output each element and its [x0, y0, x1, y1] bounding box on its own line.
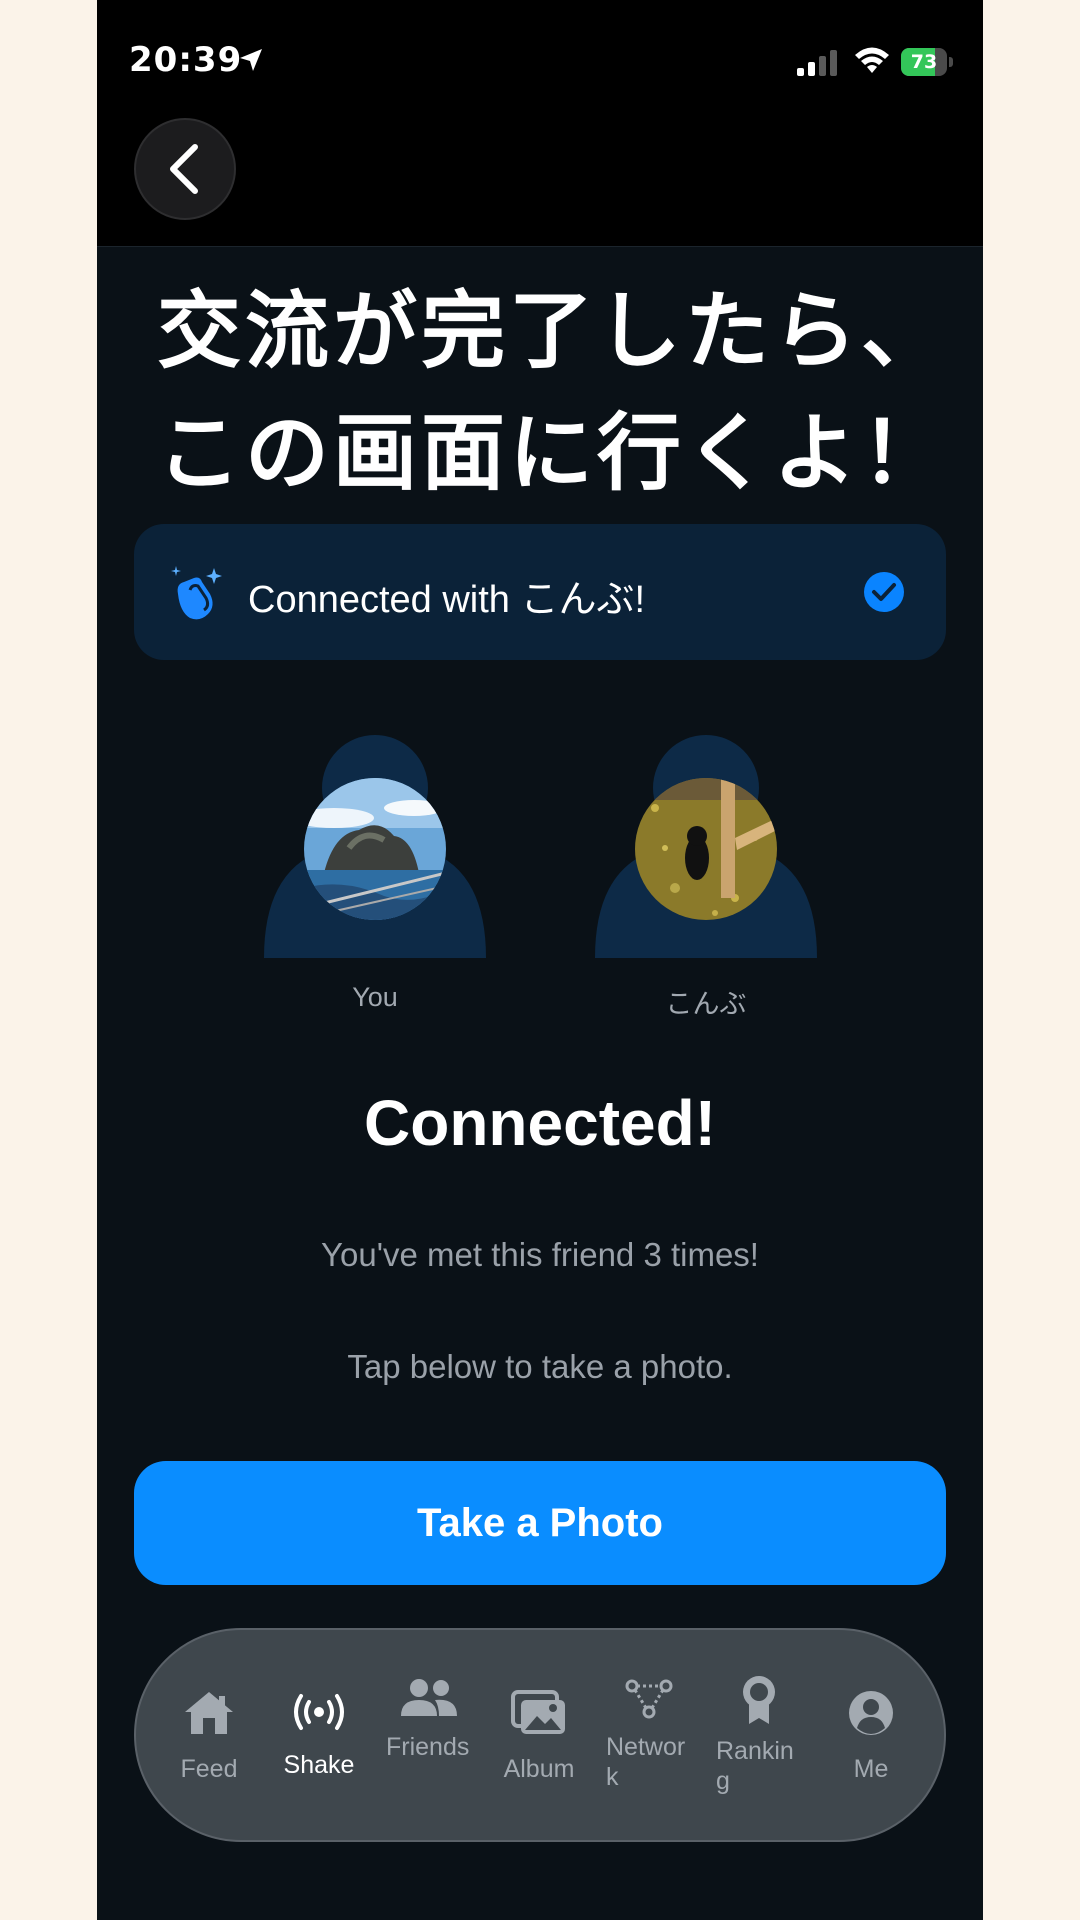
status-bar: 20:39 73	[97, 0, 983, 247]
friend-label: こんぶ	[665, 989, 747, 1019]
status-time: 20:39	[129, 40, 243, 80]
tab-me-label: Me	[853, 1755, 889, 1783]
back-button[interactable]	[134, 118, 236, 220]
overlay-caption-line2: この画面に行くよ！	[157, 404, 950, 502]
you-avatar	[304, 778, 446, 920]
phone-screen: 20:39 73 交流が完了したら、 この画面に行くよ！ Connected w…	[97, 0, 983, 1920]
house-icon	[185, 1692, 233, 1734]
clapping-hands-icon	[171, 566, 222, 620]
connection-banner-text: Connected with こんぶ!	[248, 579, 646, 621]
connected-heading: Connected!	[364, 1087, 716, 1159]
wifi-icon	[855, 47, 889, 73]
cellular-signal-icon	[797, 50, 837, 76]
take-photo-button[interactable]: Take a Photo	[134, 1461, 946, 1585]
friend-avatar	[635, 778, 777, 920]
friend-avatar-group	[595, 730, 817, 960]
tab-album-label: Album	[503, 1755, 575, 1783]
tab-shake[interactable]: Shake	[264, 1630, 374, 1840]
location-arrow-icon	[240, 49, 262, 71]
broadcast-icon	[294, 1694, 344, 1730]
person-circle-icon	[849, 1691, 893, 1735]
tab-feed-label: Feed	[180, 1755, 238, 1783]
tab-feed[interactable]: Feed	[154, 1630, 264, 1840]
battery-indicator: 73	[901, 48, 953, 76]
award-icon	[743, 1676, 775, 1724]
battery-percent: 73	[910, 51, 938, 73]
instruction-text: Tap below to take a photo.	[347, 1348, 733, 1385]
tab-bar: Feed Shake Friends Album Network Ranking…	[134, 1628, 946, 1842]
overlay-caption: 交流が完了したら、 この画面に行くよ！	[157, 270, 957, 514]
connection-banner: Connected with こんぶ!	[134, 524, 946, 660]
met-count-text: You've met this friend 3 times!	[321, 1236, 759, 1273]
tab-ranking-label: Ranking	[716, 1737, 794, 1795]
tab-friends-label: Friends	[386, 1733, 470, 1761]
you-avatar-group	[264, 730, 486, 960]
photos-icon	[511, 1690, 565, 1734]
network-icon	[625, 1679, 673, 1719]
tab-me[interactable]: Me	[816, 1630, 926, 1840]
you-label: You	[352, 982, 398, 1012]
overlay-caption-line1: 交流が完了したら、	[157, 282, 950, 380]
tab-network[interactable]: Network	[594, 1630, 704, 1840]
checkmark-circle-icon	[864, 572, 904, 612]
tab-shake-label: Shake	[283, 1751, 355, 1779]
people-icon	[401, 1679, 457, 1716]
tab-friends[interactable]: Friends	[374, 1630, 484, 1840]
chevron-left-icon	[170, 144, 198, 194]
tab-album[interactable]: Album	[484, 1630, 594, 1840]
tab-network-label: Network	[606, 1733, 686, 1791]
tab-ranking[interactable]: Ranking	[704, 1630, 814, 1840]
